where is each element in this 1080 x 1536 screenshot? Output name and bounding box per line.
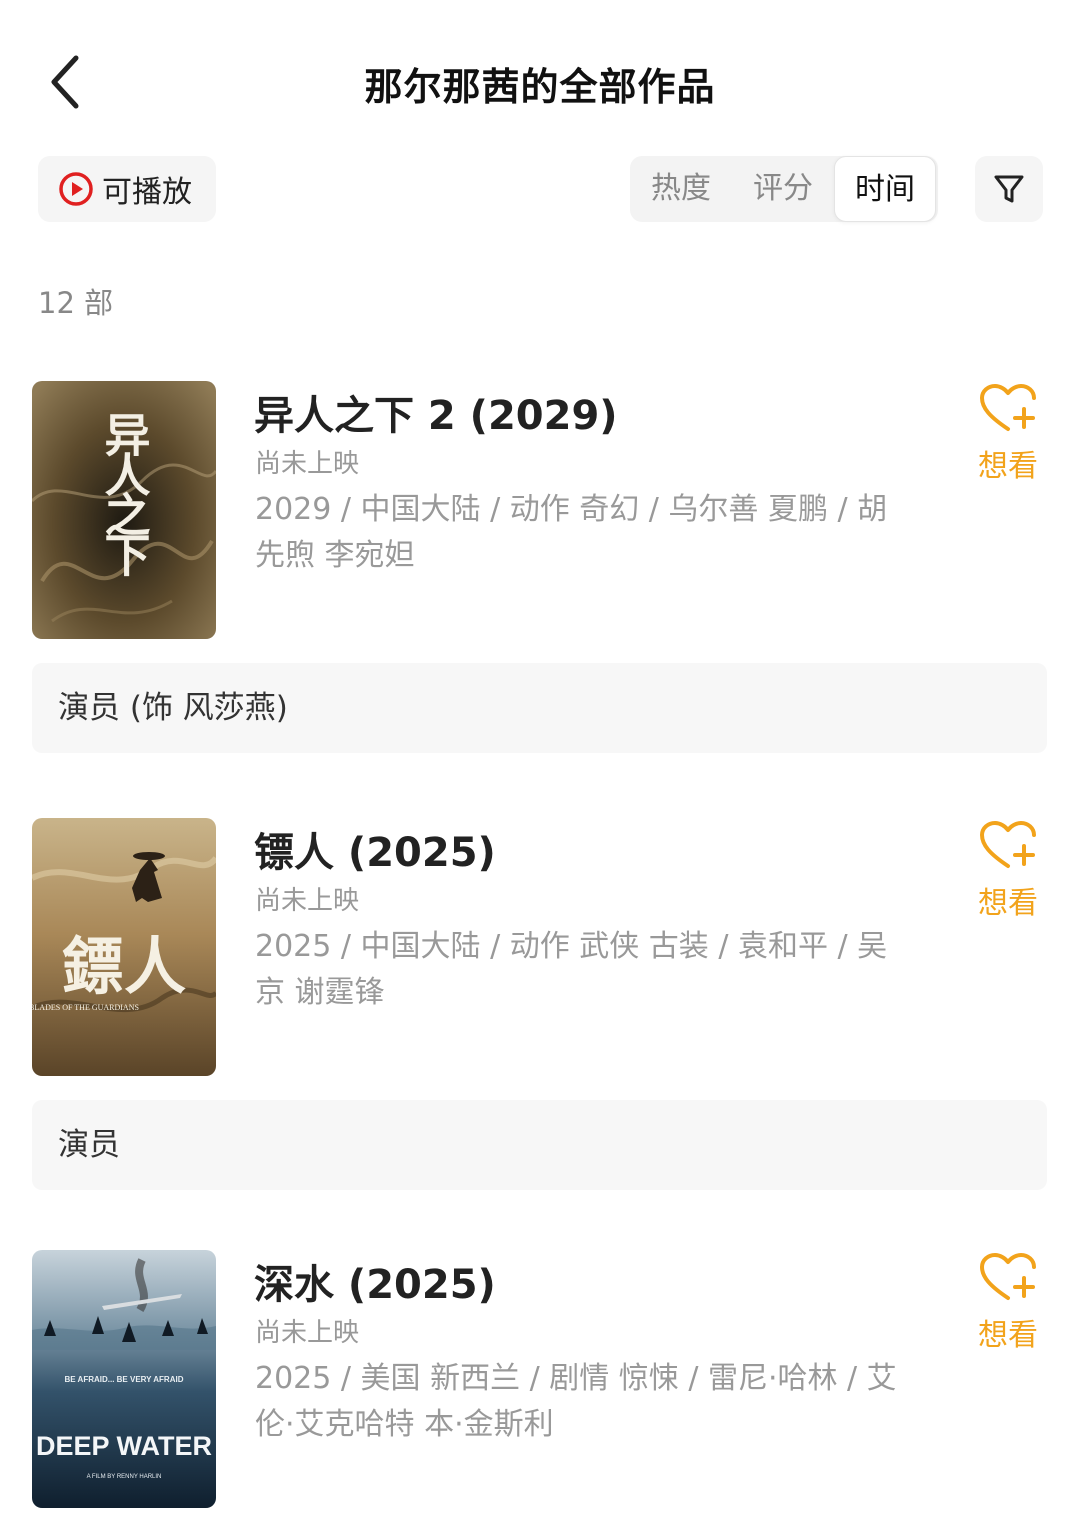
sort-tab-popularity[interactable]: 热度 [630, 156, 732, 222]
playable-filter-label: 可播放 [102, 175, 192, 210]
movie-item[interactable]: 异人之下 异人之下 2 (2029) 尚未上映 2029 / 中国大陆 / 动作… [0, 381, 1080, 761]
playable-filter-button[interactable]: 可播放 [38, 156, 216, 222]
poster-title-text: 鏢人 [62, 933, 186, 1002]
role-bar: 演员 [32, 1100, 1047, 1190]
movie-title[interactable]: 深水 (2025) [254, 1252, 496, 1310]
want-to-watch-button[interactable]: 想看 [968, 820, 1048, 922]
poster-title-text: DEEP WATER [36, 1431, 212, 1461]
filter-icon [994, 175, 1024, 203]
want-to-watch-button[interactable]: 想看 [968, 383, 1048, 485]
role-text: 演员 [58, 1127, 120, 1163]
movie-meta: 2029 / 中国大陆 / 动作 奇幻 / 乌尔善 夏鹏 / 胡先煦 李宛妲 [255, 492, 888, 573]
poster-credit-text: A FILM BY RENNY HARLIN [87, 1474, 162, 1480]
want-to-watch-button[interactable]: 想看 [968, 1252, 1048, 1354]
movie-item[interactable]: BE AFRAID... BE VERY AFRAID DEEP WATER A… [0, 1250, 1080, 1536]
poster-subtitle-text: BLADES OF THE GUARDIANS [32, 1003, 139, 1012]
heart-plus-icon [980, 1253, 1036, 1300]
want-to-watch-label: 想看 [978, 1318, 1038, 1353]
want-to-watch-label: 想看 [978, 886, 1038, 921]
movie-status: 尚未上映 [255, 449, 360, 479]
movie-poster[interactable]: 异人之下 [32, 381, 216, 639]
heart-plus-icon [980, 821, 1036, 868]
movie-item[interactable]: 鏢人 BLADES OF THE GUARDIANS 镖人 (2025) 尚未上… [0, 818, 1080, 1198]
poster-tagline-text: BE AFRAID... BE VERY AFRAID [65, 1375, 184, 1384]
role-bar: 演员 (饰 风莎燕) [32, 663, 1047, 753]
movie-meta: 2025 / 美国 新西兰 / 剧情 惊悚 / 雷尼·哈林 / 艾伦·艾克哈特 … [255, 1361, 897, 1442]
poster-title-text: 异人之下 [99, 411, 151, 577]
header: 那尔那茜的全部作品 [0, 0, 1080, 160]
play-circle-icon [59, 172, 93, 206]
want-to-watch-label: 想看 [978, 449, 1038, 484]
filter-button[interactable] [975, 156, 1043, 222]
sort-tabs: 热度 评分 时间 [630, 156, 938, 222]
movie-title[interactable]: 异人之下 2 (2029) [254, 383, 618, 441]
page-title: 那尔那茜的全部作品 [364, 65, 716, 109]
movie-status: 尚未上映 [255, 886, 360, 916]
movie-poster[interactable]: BE AFRAID... BE VERY AFRAID DEEP WATER A… [32, 1250, 216, 1508]
sort-tab-rating[interactable]: 评分 [732, 156, 834, 222]
works-count: 12 部 [38, 286, 114, 320]
role-text: 演员 (饰 风莎燕) [58, 690, 288, 726]
movie-title[interactable]: 镖人 (2025) [254, 820, 496, 878]
heart-plus-icon [980, 384, 1036, 431]
movie-status: 尚未上映 [255, 1318, 360, 1348]
movie-poster[interactable]: 鏢人 BLADES OF THE GUARDIANS [32, 818, 216, 1076]
movie-meta: 2025 / 中国大陆 / 动作 武侠 古装 / 袁和平 / 吴京 谢霆锋 [255, 929, 888, 1010]
toolbar: 可播放 热度 评分 时间 [0, 156, 1080, 226]
sort-tab-time[interactable]: 时间 [834, 156, 936, 222]
